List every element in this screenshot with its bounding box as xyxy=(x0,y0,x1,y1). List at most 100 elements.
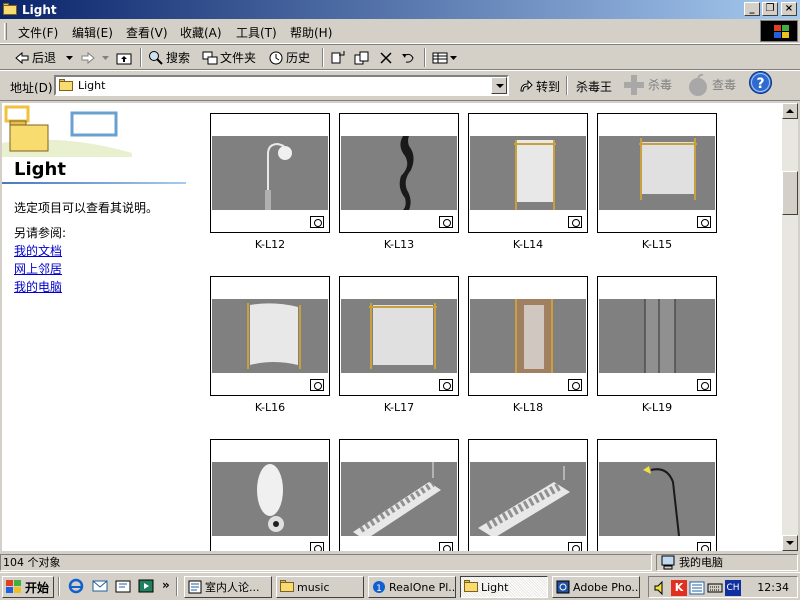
windows-logo-icon xyxy=(760,20,798,42)
minimize-button[interactable]: _ xyxy=(744,2,760,16)
apple-shape-icon xyxy=(689,73,707,96)
lamp-preview xyxy=(341,462,457,536)
thumbnail-item[interactable] xyxy=(210,113,330,233)
plus-cross-icon xyxy=(624,74,644,95)
delete-button[interactable] xyxy=(378,48,396,67)
lamp-preview xyxy=(470,299,586,373)
close-button[interactable]: × xyxy=(781,2,797,16)
folder-content: Light 选定项目可以查看其说明。 另请参阅: 我的文档 网上邻居 我的电脑 … xyxy=(2,103,782,551)
go-button[interactable]: 转到 xyxy=(518,77,560,96)
folders-icon xyxy=(202,51,218,64)
menu-file[interactable]: 文件(F) xyxy=(18,24,58,41)
toolbar-grip[interactable] xyxy=(4,23,7,40)
keyboard-icon[interactable] xyxy=(707,580,723,596)
back-dropdown[interactable] xyxy=(66,48,73,67)
quick-launch-more[interactable]: » xyxy=(162,578,170,592)
move-to-button[interactable] xyxy=(330,48,348,67)
scroll-up-button[interactable] xyxy=(782,103,798,119)
task-button[interactable]: music xyxy=(276,576,364,598)
lamp-preview xyxy=(212,462,328,536)
input-language-icon[interactable]: CH xyxy=(725,580,741,596)
thumbnail-item[interactable] xyxy=(597,439,717,551)
outlook-icon[interactable] xyxy=(92,578,108,594)
clock[interactable]: 12:34 xyxy=(757,581,789,594)
kill-virus-button[interactable]: 杀毒 xyxy=(622,74,673,95)
folders-button[interactable]: 文件夹 xyxy=(202,48,256,67)
thumbnail-item[interactable] xyxy=(468,439,588,551)
link-my-documents[interactable]: 我的文档 xyxy=(14,242,62,259)
thumbnail-item[interactable] xyxy=(468,113,588,233)
thumbnail-label: K-L18 xyxy=(512,401,544,414)
restore-button[interactable]: ❐ xyxy=(762,2,778,16)
address-input[interactable]: Light xyxy=(54,75,509,96)
k-tray-icon[interactable]: K xyxy=(671,580,687,596)
scan-virus-label: 查毒 xyxy=(712,78,737,92)
lamp-preview xyxy=(599,136,715,210)
max-file-icon xyxy=(439,542,453,551)
thumbnail-item[interactable] xyxy=(210,276,330,396)
forward-button[interactable] xyxy=(80,48,98,67)
help-icon: ? xyxy=(749,71,772,94)
link-my-computer[interactable]: 我的电脑 xyxy=(14,278,62,295)
history-icon xyxy=(269,51,283,64)
copy-to-button[interactable] xyxy=(354,48,372,67)
start-label: 开始 xyxy=(25,580,50,595)
max-file-icon xyxy=(697,542,711,551)
menu-help[interactable]: 帮助(H) xyxy=(290,24,332,41)
menu-edit[interactable]: 编辑(E) xyxy=(72,24,113,41)
lamp-preview xyxy=(470,136,586,210)
undo-button[interactable] xyxy=(400,48,418,67)
ie-icon[interactable] xyxy=(68,578,84,594)
copy-to-icon xyxy=(354,51,369,64)
views-button[interactable] xyxy=(432,48,457,67)
kill-virus-label: 杀毒 xyxy=(648,78,673,92)
lamp-preview xyxy=(341,299,457,373)
my-computer-icon xyxy=(661,555,675,570)
square-lantern-image xyxy=(369,303,437,369)
arrow-up-icon xyxy=(786,109,794,113)
media-player-icon[interactable] xyxy=(138,578,154,594)
lamp-preview xyxy=(599,462,715,536)
help-button[interactable]: ? xyxy=(748,71,773,94)
title-bar[interactable]: Light _ ❐ × xyxy=(0,0,800,19)
scroll-down-button[interactable] xyxy=(782,535,798,551)
vertical-scrollbar[interactable] xyxy=(782,103,798,551)
task-button[interactable]: 室内人论... xyxy=(184,576,272,598)
address-dropdown-button[interactable] xyxy=(491,77,507,94)
link-network-places[interactable]: 网上邻居 xyxy=(14,260,62,277)
thumbnail-item[interactable] xyxy=(597,276,717,396)
antivirus-label[interactable]: 杀毒王 xyxy=(576,77,612,96)
menu-tools[interactable]: 工具(T) xyxy=(236,24,277,41)
toolbar-separator xyxy=(322,48,324,67)
folders-label: 文件夹 xyxy=(220,51,257,65)
menu-view[interactable]: 查看(V) xyxy=(126,24,168,41)
thumbnail-item[interactable] xyxy=(468,276,588,396)
back-button[interactable]: 后退 xyxy=(14,48,56,67)
thumbnail-item[interactable] xyxy=(210,439,330,551)
thumbnail-item[interactable] xyxy=(339,276,459,396)
panel-description: 选定项目可以查看其说明。 xyxy=(14,201,159,215)
up-button[interactable] xyxy=(116,48,134,67)
task-button[interactable]: Adobe Pho... xyxy=(552,576,640,598)
history-button[interactable]: 历史 xyxy=(268,48,310,67)
forward-dropdown[interactable] xyxy=(102,48,109,67)
network-icon[interactable] xyxy=(689,580,705,596)
arrow-down-icon xyxy=(786,541,794,545)
start-button[interactable]: 开始 xyxy=(2,576,54,598)
show-desktop-icon[interactable] xyxy=(115,578,131,594)
chevron-down-icon xyxy=(450,55,457,60)
folder-icon xyxy=(464,580,478,594)
scroll-thumb[interactable] xyxy=(782,171,798,215)
volume-icon[interactable] xyxy=(653,580,669,596)
address-value: Light xyxy=(78,79,106,92)
thumbnail-item[interactable] xyxy=(597,113,717,233)
back-arrow-icon xyxy=(15,51,29,64)
scan-virus-button[interactable]: 查毒 xyxy=(686,73,737,96)
search-button[interactable]: 搜索 xyxy=(148,48,190,67)
task-button-active[interactable]: Light xyxy=(460,576,548,598)
lamp-preview xyxy=(212,136,328,210)
thumbnail-item[interactable] xyxy=(339,439,459,551)
menu-favorites[interactable]: 收藏(A) xyxy=(180,24,222,41)
task-button[interactable]: 1 RealOne Pl... xyxy=(368,576,456,598)
thumbnail-item[interactable] xyxy=(339,113,459,233)
